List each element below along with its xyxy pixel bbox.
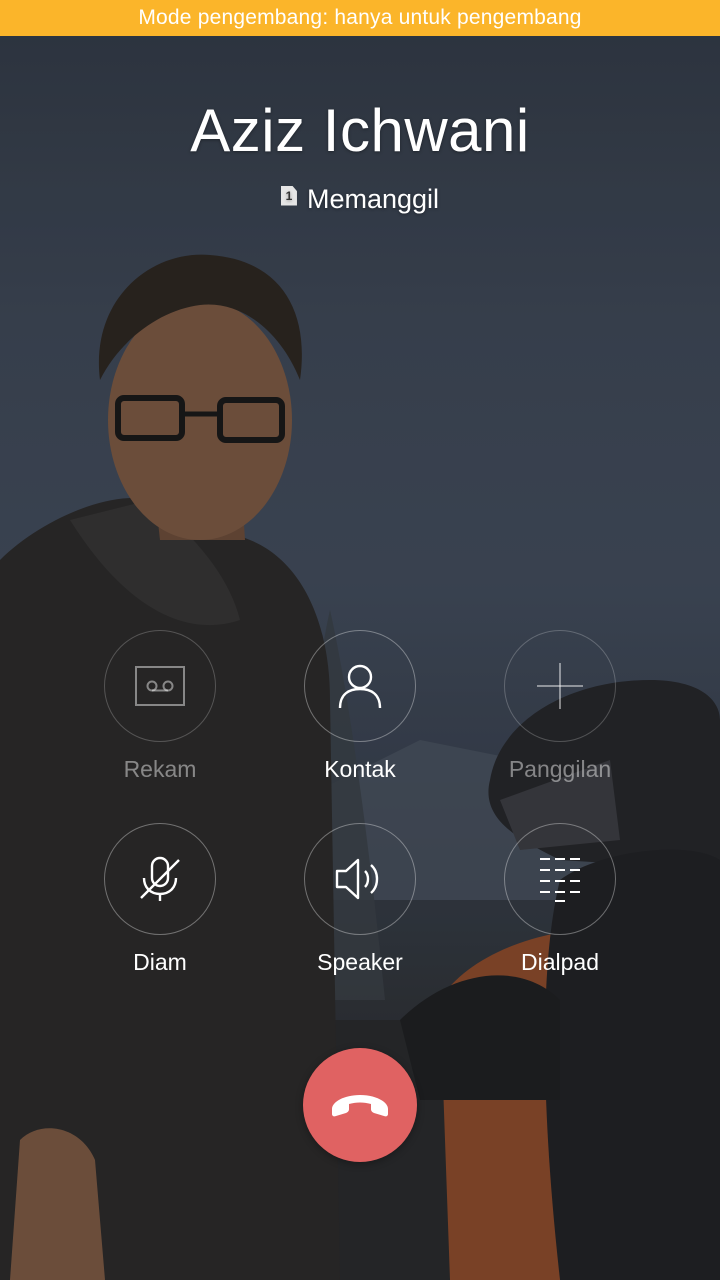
contacts-label: Kontak: [324, 756, 396, 782]
mute-button-circle[interactable]: [104, 823, 216, 935]
end-call-button[interactable]: [303, 1048, 417, 1162]
person-icon: [338, 664, 382, 709]
contacts-button[interactable]: Kontak: [280, 630, 440, 783]
dialpad-button[interactable]: Dialpad: [480, 823, 640, 976]
plus-icon: [537, 663, 583, 709]
speaker-icon: [335, 858, 379, 900]
record-button-circle[interactable]: [104, 630, 216, 742]
mic-off-icon: [140, 856, 180, 901]
speaker-label: Speaker: [317, 949, 403, 975]
add-call-button-circle[interactable]: [504, 630, 616, 742]
add-call-button[interactable]: Panggilan: [480, 630, 640, 783]
record-label: Rekam: [123, 756, 197, 782]
voicemail-tape-icon: [135, 666, 185, 706]
phone-hangup-icon: [332, 1095, 388, 1117]
record-button[interactable]: Rekam: [80, 630, 240, 783]
dialpad-icon: [540, 858, 580, 902]
speaker-button[interactable]: Speaker: [280, 823, 440, 976]
add-call-label: Panggilan: [508, 756, 612, 782]
dialpad-button-circle[interactable]: [504, 823, 616, 935]
mute-label: Diam: [133, 949, 187, 975]
mute-button[interactable]: Diam: [80, 823, 240, 976]
speaker-button-circle[interactable]: [304, 823, 416, 935]
contacts-button-circle[interactable]: [304, 630, 416, 742]
dialpad-label: Dialpad: [521, 949, 599, 975]
